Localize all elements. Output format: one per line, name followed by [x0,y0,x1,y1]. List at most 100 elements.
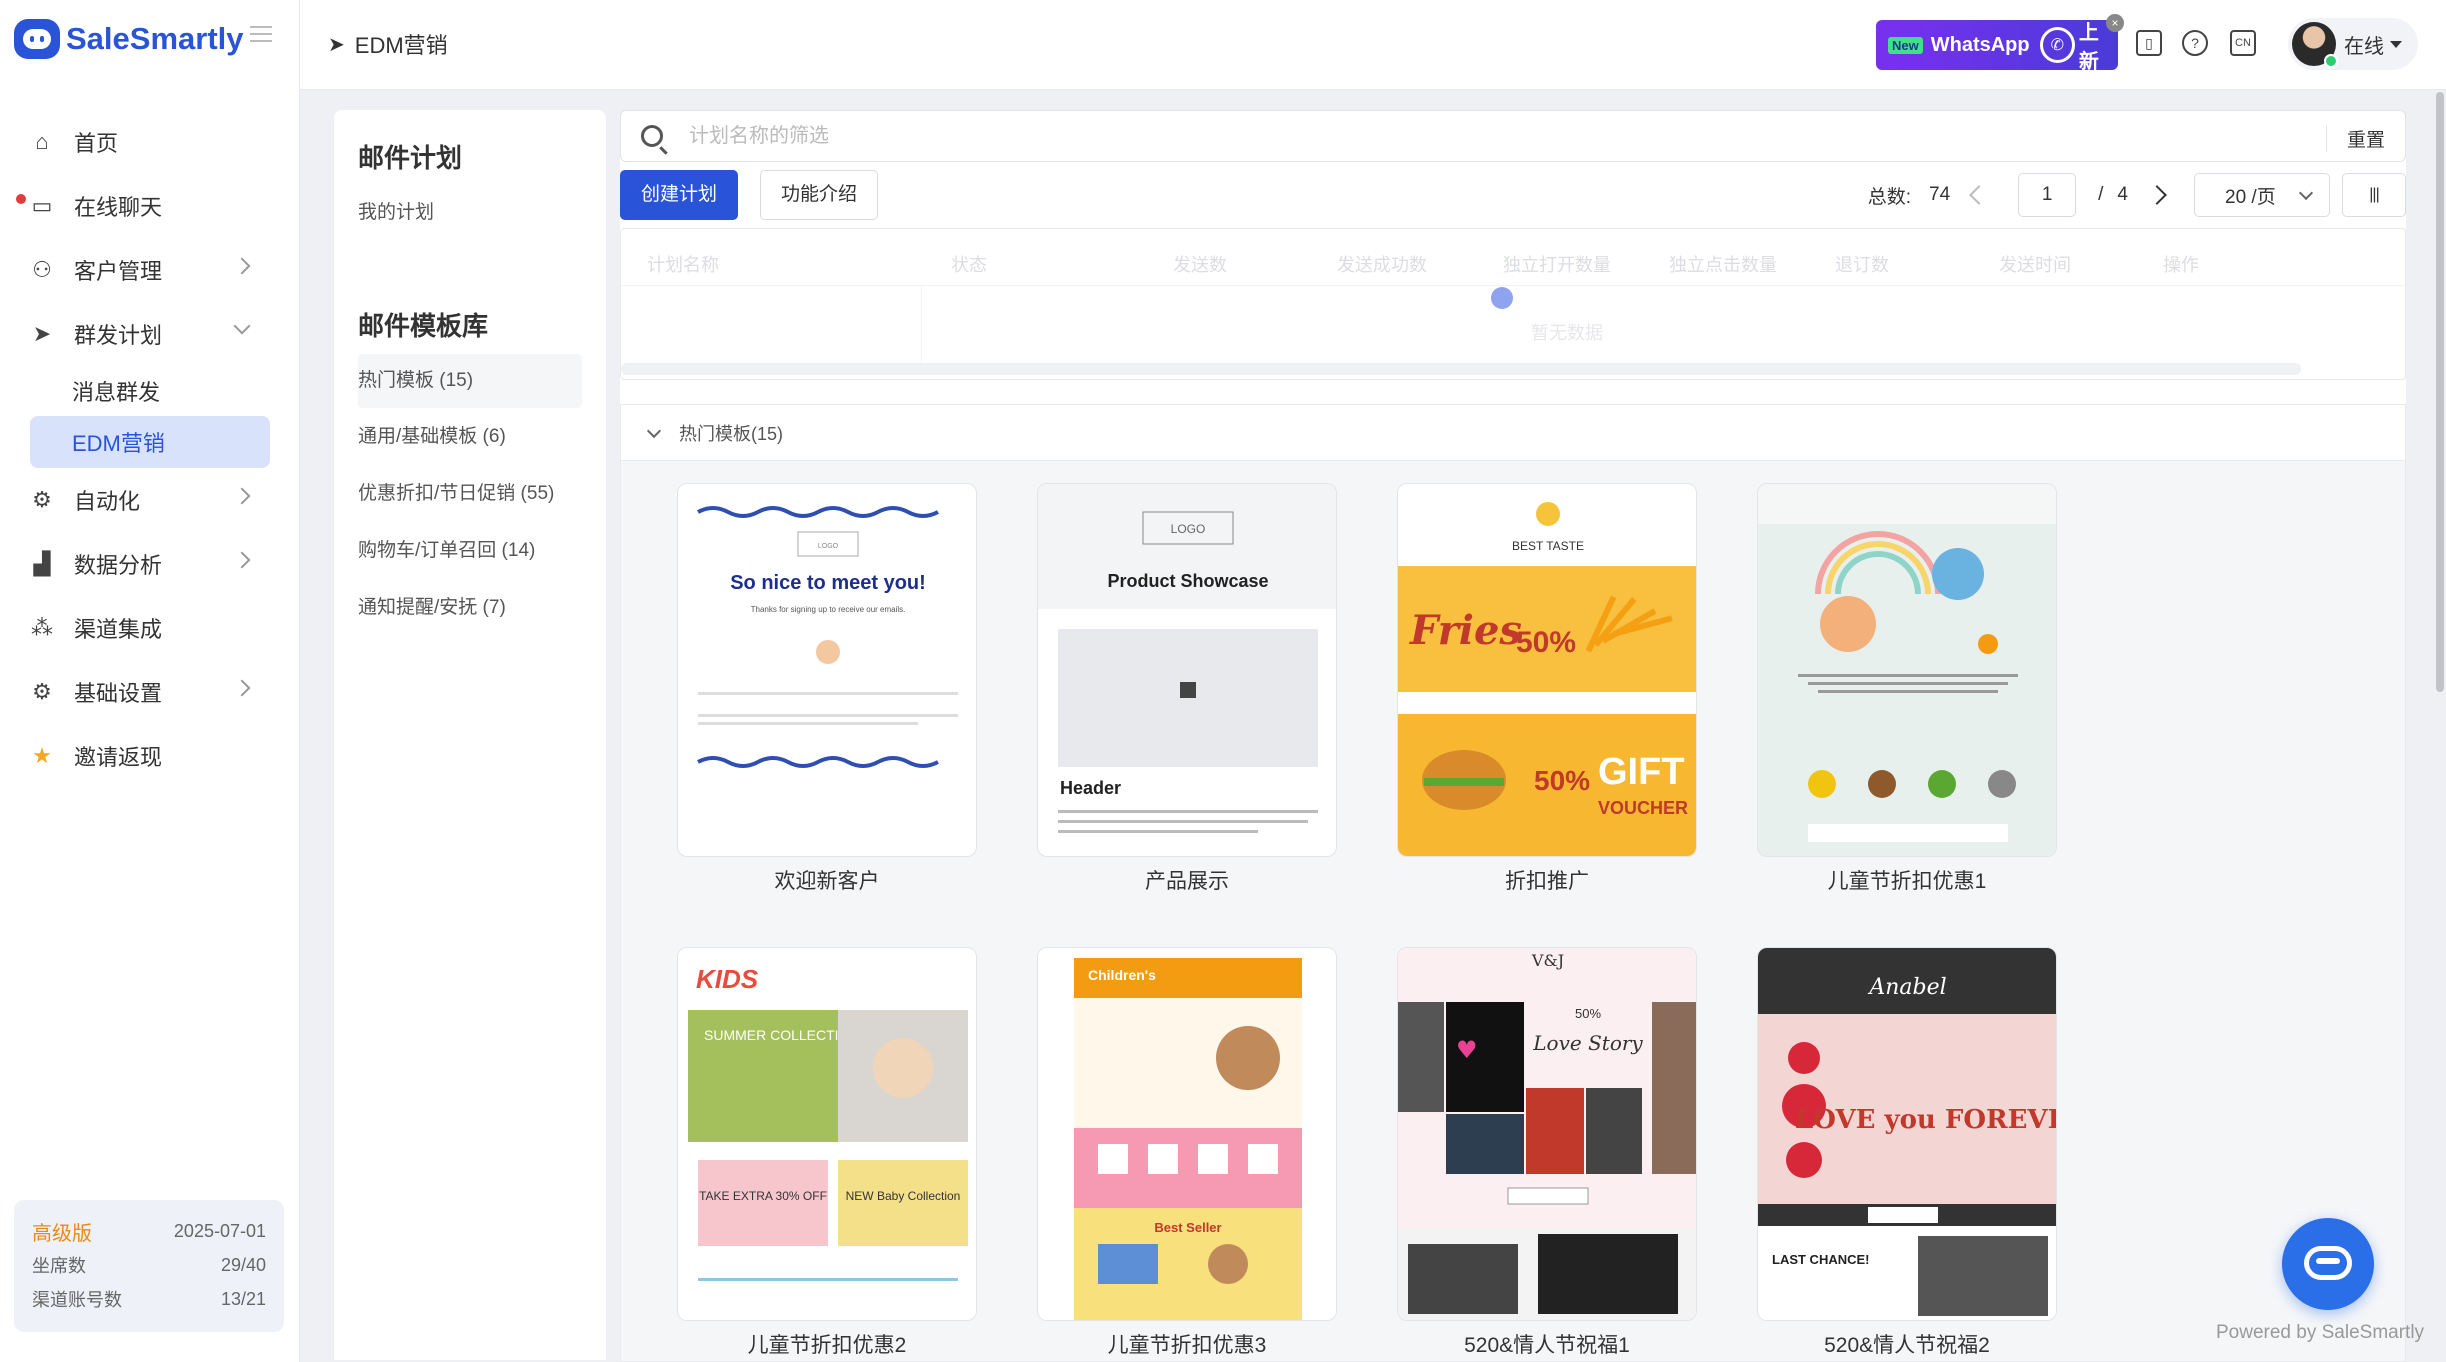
svg-text:50%: 50% [1516,626,1576,659]
category-notifications[interactable]: 通知提醒/安抚 (7) [358,581,582,635]
sidebar-item-customers[interactable]: ⚇ 客户管理 [0,238,300,302]
chevron-down-icon [646,423,662,438]
unread-dot [16,194,26,204]
help-icon[interactable]: ? [2182,30,2208,56]
template-caption: 折扣推广 [1505,870,1589,893]
chart-icon: ▟ [33,551,51,576]
template-card[interactable]: BEST TASTE Fries 50% 50% GIFT VOUCHER 折扣… [1397,483,1697,895]
topbar: ➤ EDM营销 New WhatsApp ✆ 上新 × ▯ ? CN 在线 [300,0,2446,90]
template-grid: LOGO So nice to meet you! Thanks for sig… [620,460,2406,1362]
pagination: 总数: 74 1 / 4 20 /页 ||| [1868,170,2406,220]
sidebar-item-settings[interactable]: ⚙ 基础设置 [0,660,300,724]
category-hot[interactable]: 热门模板 (15) [358,354,582,408]
whatsapp-promo-button[interactable]: New WhatsApp ✆ 上新 × [1876,14,2124,73]
sidebar-subitem-message-broadcast[interactable]: 消息群发 [0,366,300,416]
templates-section-header[interactable]: 热门模板(15) [620,404,2406,460]
search-input[interactable] [689,124,2189,148]
user-status: 在线 [2344,35,2384,58]
page-input[interactable]: 1 [2018,173,2077,217]
svg-text:Thanks for signing up to recei: Thanks for signing up to receive our ema… [751,605,906,614]
sidebar-item-analytics[interactable]: ▟ 数据分析 [0,532,300,596]
svg-text:SUMMER COLLECTION: SUMMER COLLECTION [704,1027,860,1043]
language-icon[interactable]: CN [2230,30,2256,56]
template-thumbnail: LOGO So nice to meet you! Thanks for sig… [677,483,977,857]
sidebar-item-label: 数据分析 [74,553,163,578]
template-card[interactable]: Anabel LOVE you FOREVER LAST CHANCE! 520… [1757,947,2057,1359]
template-thumbnail: KIDS SUMMER COLLECTION TAKE EXTRA 30% OF… [677,947,977,1321]
sidebar-item-home[interactable]: ⌂ 首页 [0,110,300,174]
sidebar-item-label: 首页 [74,131,119,156]
devices-icon[interactable]: ▯ [2136,30,2162,56]
reset-button[interactable]: 重置 [2325,125,2385,152]
home-icon: ⌂ [35,129,49,154]
search-icon [641,125,663,147]
template-card[interactable]: 儿童节折扣优惠1 [1757,483,2057,895]
main-content: 重置 创建计划 功能介绍 总数: 74 1 / 4 20 /页 ||| 计划名称… [620,110,2406,1362]
sidebar: SaleSmartly ⌂ 首页 ▭ 在线聊天 ⚇ 客户管理 ➤ 群发计划 消息… [0,0,300,1362]
table-horizontal-scrollbar[interactable] [621,363,2301,375]
logo-text: SaleSmartly [66,21,244,56]
col-status: 状态 [951,255,987,275]
template-card[interactable]: V&J ♥ 50% Love Story 520&情人节祝福1 [1397,947,1697,1359]
svg-text:NEW Baby Collection: NEW Baby Collection [846,1189,961,1203]
template-thumbnail: Children's Best Seller [1037,947,1337,1321]
sidebar-item-automation[interactable]: ⚙ 自动化 [0,468,300,532]
feature-intro-button[interactable]: 功能介绍 [760,170,878,220]
svg-text:LOGO: LOGO [1171,522,1206,536]
send-icon: ➤ [32,321,52,346]
create-plan-button[interactable]: 创建计划 [620,170,738,220]
page-count: 4 [2117,184,2128,205]
col-delivered: 发送成功数 [1337,255,1427,275]
svg-text:VOUCHER: VOUCHER [1598,798,1688,818]
svg-text:Product Showcase: Product Showcase [1107,571,1268,591]
template-thumbnail [1757,483,2057,857]
logo[interactable]: SaleSmartly [14,14,244,64]
sidebar-item-label: 在线聊天 [74,195,163,220]
header-divider [621,285,2405,286]
col-sent: 发送数 [1173,255,1227,275]
menu-collapse-icon[interactable] [250,26,272,42]
page-title: EDM营销 [354,33,448,58]
close-icon[interactable]: × [2106,14,2124,32]
seats-value: 29/40 [220,1254,266,1275]
next-page-icon[interactable] [2147,185,2167,205]
page-scrollbar[interactable] [2436,92,2444,692]
sidebar-item-channels[interactable]: ⁂ 渠道集成 [0,596,300,660]
svg-text:BEST TASTE: BEST TASTE [1512,539,1584,553]
user-menu[interactable]: 在线 [2288,18,2418,70]
sidebar-item-broadcast[interactable]: ➤ 群发计划 [0,302,300,366]
chevron-down-icon [233,317,251,335]
sidebar-nav: ⌂ 首页 ▭ 在线聊天 ⚇ 客户管理 ➤ 群发计划 消息群发 EDM营销 ⚙ 自… [0,110,300,788]
product-showcase-preview: LOGO Product Showcase Header [1038,484,1336,833]
col-unique-opens: 独立打开数量 [1503,255,1611,275]
chat-widget-button[interactable] [2282,1218,2374,1310]
col-send-time: 发送时间 [1999,255,2071,275]
template-caption: 儿童节折扣优惠2 [747,1334,907,1357]
category-promotions[interactable]: 优惠折扣/节日促销 (55) [358,467,582,521]
childrens-day-preview-3: Children's Best Seller [1038,948,1336,1320]
star-icon: ★ [32,743,52,768]
template-card[interactable]: KIDS SUMMER COLLECTION TAKE EXTRA 30% OF… [677,947,977,1359]
plan-info: 高级版 2025-07-01 坐席数 29/40 渠道账号数 13/21 [14,1200,284,1332]
chevron-right-icon [233,257,251,275]
sidebar-item-label: 群发计划 [74,323,163,348]
category-general[interactable]: 通用/基础模板 (6) [358,410,582,464]
template-caption: 520&情人节祝福2 [1824,1334,1990,1357]
whatsapp-label: WhatsApp [1930,33,2030,56]
sidebar-item-chat[interactable]: ▭ 在线聊天 [0,174,300,238]
svg-text:Header: Header [1060,778,1121,798]
columns-settings-icon[interactable]: ||| [2342,173,2406,217]
col-plan-name: 计划名称 [647,255,719,275]
sidebar-subitem-edm[interactable]: EDM营销 [30,416,270,468]
template-caption: 产品展示 [1145,870,1229,893]
category-cart-recovery[interactable]: 购物车/订单召回 (14) [358,524,582,578]
prev-page-icon[interactable] [1969,185,1990,205]
template-card[interactable]: Children's Best Seller 儿童节折扣优惠3 [1037,947,1337,1359]
my-plans-link[interactable]: 我的计划 [358,186,582,240]
template-card[interactable]: LOGO So nice to meet you! Thanks for sig… [677,483,977,895]
page-size-select[interactable]: 20 /页 [2194,173,2330,217]
edm-left-panel: 邮件计划 我的计划 邮件模板库 热门模板 (15) 通用/基础模板 (6) 优惠… [334,110,606,1360]
sidebar-item-invite[interactable]: ★ 邀请返现 [0,724,300,788]
total-label: 总数: [1867,186,1911,208]
template-card[interactable]: LOGO Product Showcase Header 产品展示 [1037,483,1337,895]
